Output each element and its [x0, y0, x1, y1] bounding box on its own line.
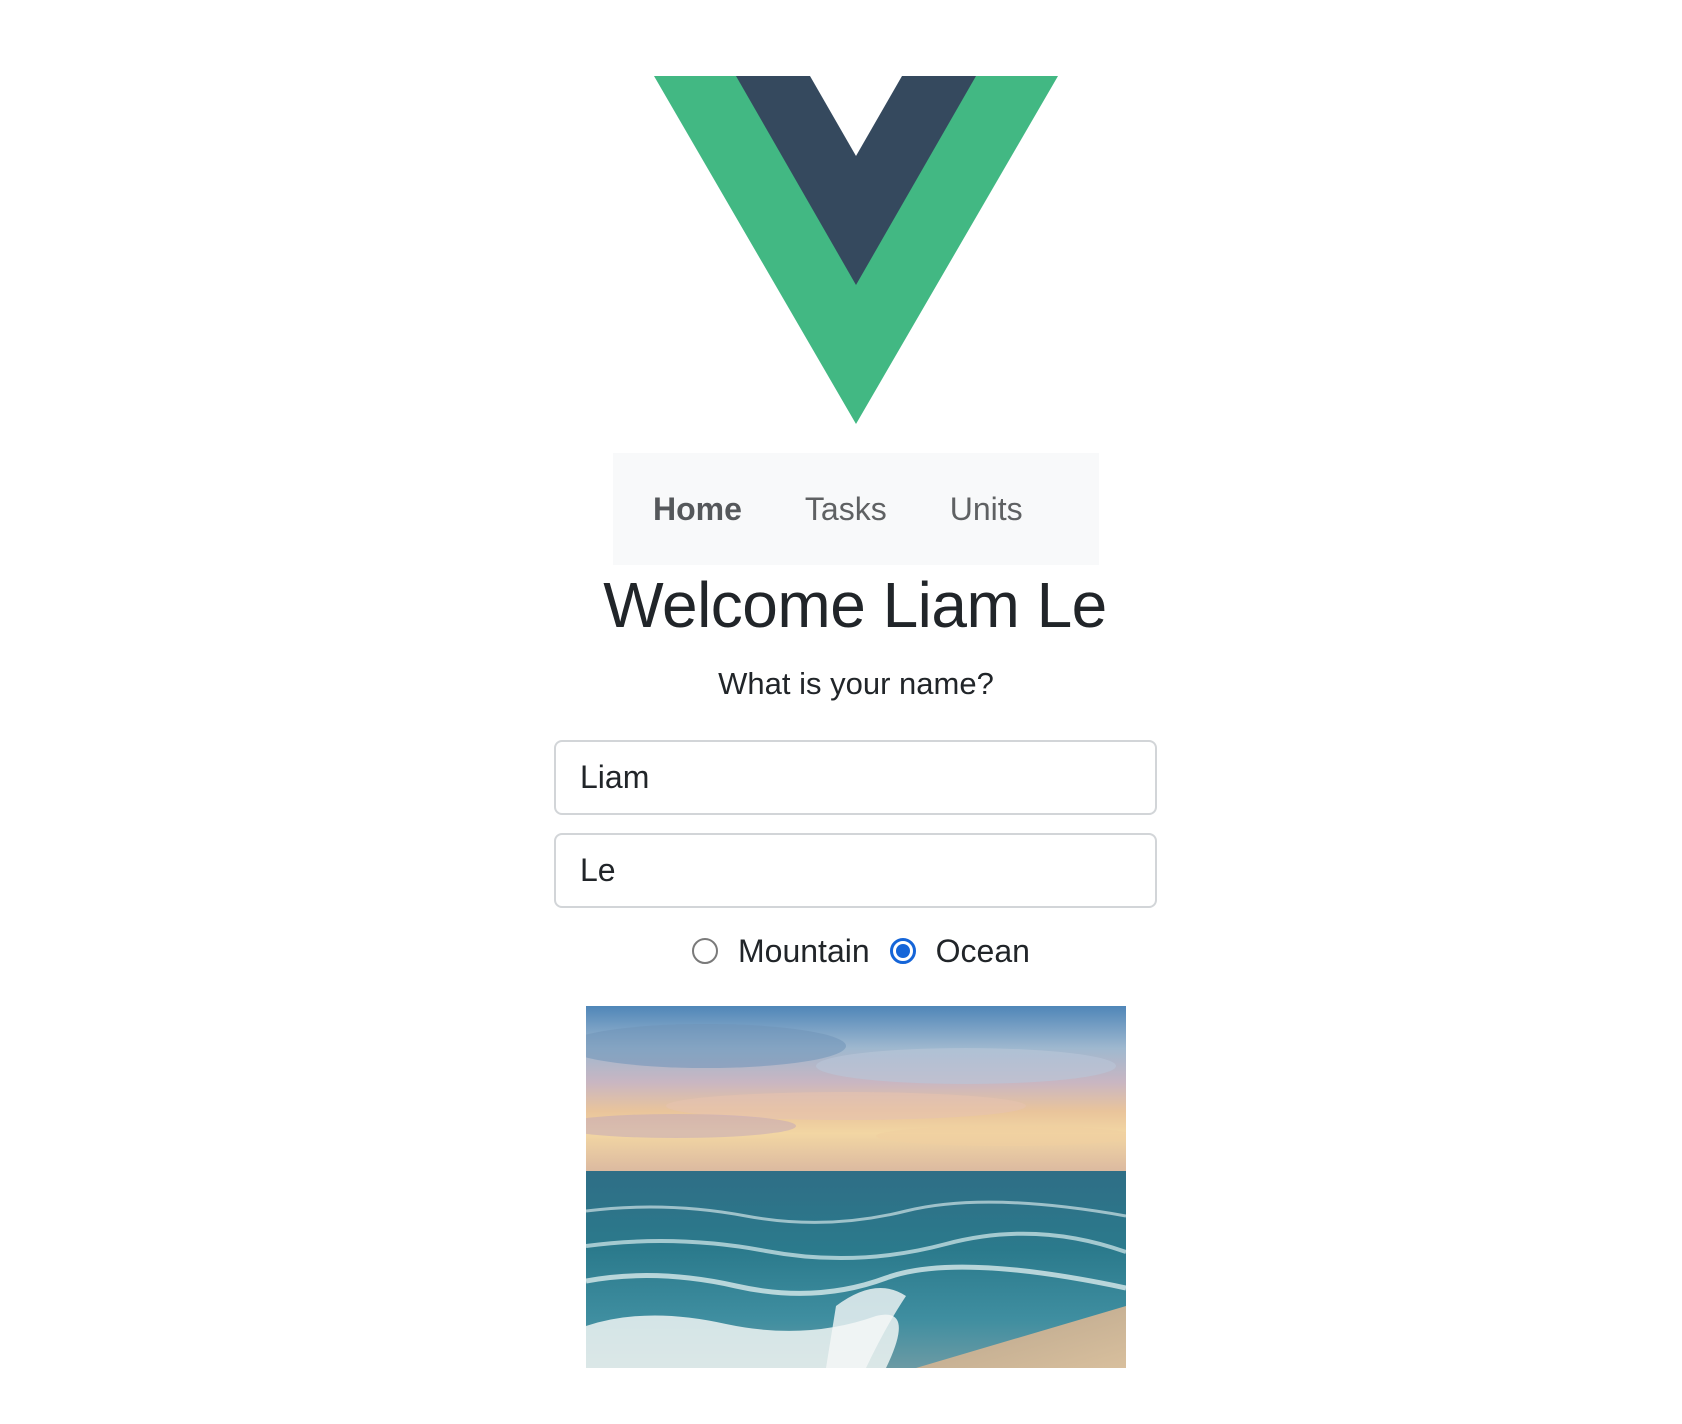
ocean-sunset-image: [586, 1006, 1126, 1368]
page-title: Welcome Liam Le: [603, 569, 1107, 641]
ocean-sunset-graphic: [586, 1006, 1126, 1368]
nav-item-tasks[interactable]: Tasks: [805, 493, 887, 525]
mountain-radio[interactable]: [692, 938, 718, 964]
nav-item-units[interactable]: Units: [950, 493, 1023, 525]
last-name-input[interactable]: [554, 833, 1157, 908]
mountain-radio-label[interactable]: Mountain: [738, 933, 870, 970]
ocean-radio[interactable]: [889, 938, 916, 964]
ocean-radio-label[interactable]: Ocean: [936, 933, 1030, 970]
nav-item-home[interactable]: Home: [653, 493, 742, 525]
page: Home Tasks Units Welcome Liam Le What is…: [0, 0, 1682, 1424]
navbar: Home Tasks Units: [613, 453, 1099, 565]
name-prompt: What is your name?: [718, 666, 994, 701]
scenery-radio-group: Mountain Ocean: [692, 930, 1050, 972]
first-name-input[interactable]: [554, 740, 1157, 815]
vue-logo: [654, 76, 1058, 424]
